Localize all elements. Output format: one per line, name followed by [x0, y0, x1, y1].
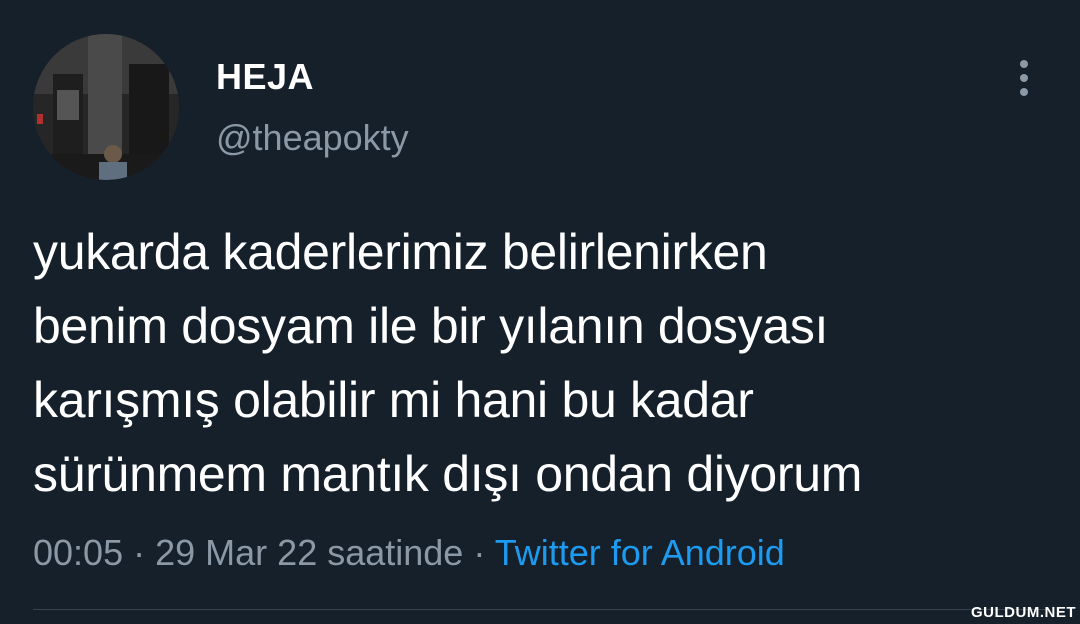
tweet-text: yukarda kaderlerimiz belirlenirken benim… — [33, 224, 863, 502]
tweet-date[interactable]: 29 Mar 22 saatinde — [155, 532, 463, 573]
divider — [33, 609, 1048, 610]
more-dot — [1020, 88, 1028, 96]
more-dot — [1020, 60, 1028, 68]
meta-separator: · — [133, 532, 146, 573]
more-vertical-icon[interactable] — [1008, 56, 1040, 100]
user-handle[interactable]: @theapokty — [216, 118, 409, 158]
tweet-meta: 00:05 · 29 Mar 22 saatinde · Twitter for… — [33, 532, 785, 574]
avatar-photo — [33, 34, 179, 180]
tweet-time[interactable]: 00:05 — [33, 532, 123, 573]
avatar[interactable] — [33, 34, 179, 180]
watermark: GULDUM.NET — [971, 604, 1076, 621]
tweet-source-link[interactable]: Twitter for Android — [495, 532, 785, 573]
tweet-view: HEJA @theapokty yukarda kaderlerimiz bel… — [0, 0, 1080, 624]
more-dot — [1020, 74, 1028, 82]
display-name[interactable]: HEJA — [216, 57, 314, 97]
meta-separator: · — [473, 532, 486, 573]
